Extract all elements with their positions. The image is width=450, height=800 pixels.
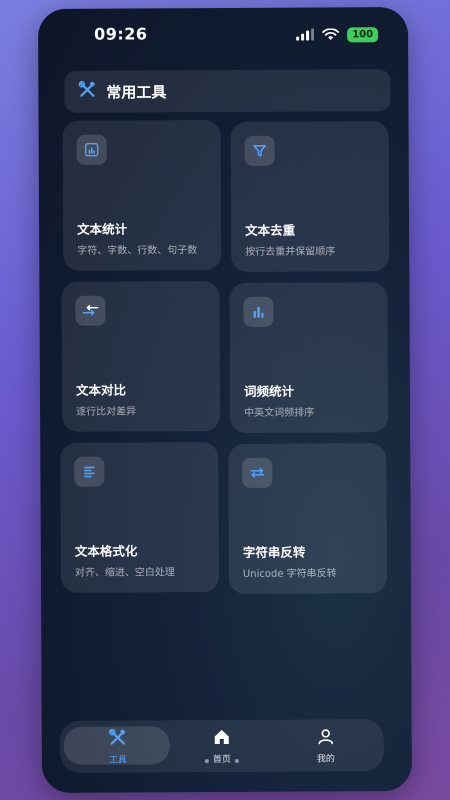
tool-desc: 字符、字数、行数、句子数: [77, 245, 198, 257]
tool-title: 词频统计: [243, 383, 295, 399]
user-icon: [317, 727, 335, 749]
filter-icon: [244, 135, 275, 166]
tool-card-dedupe[interactable]: 文本去重 按行去重并保留顺序: [230, 121, 390, 272]
page-dot: [234, 758, 239, 763]
stats-chart-icon: [76, 134, 107, 165]
status-bar: 09:26 100: [38, 7, 408, 59]
compare-arrows-icon: [75, 295, 106, 326]
tool-card-compare[interactable]: 文本对比 逐行比对差异: [61, 281, 221, 432]
tools-icon: [78, 81, 96, 103]
signal-icon: [296, 26, 315, 45]
tool-title: 文本统计: [77, 221, 128, 237]
status-time: 09:26: [94, 24, 148, 44]
phone-screen: 09:26 100 常用工具 文本统计 字符、字数、行数、句子数 文本去重 按行…: [37, 7, 413, 793]
tab-profile[interactable]: 我的: [286, 727, 366, 767]
tool-card-reverse[interactable]: 字符串反转 Unicode 字符串反转: [228, 443, 388, 594]
tool-desc: 中英文词频排序: [244, 407, 315, 419]
swap-arrows-icon: [242, 457, 273, 488]
tab-tools[interactable]: 工具: [78, 728, 158, 768]
align-left-icon: [74, 456, 105, 487]
status-icons: 100: [296, 25, 379, 45]
tool-title: 字符串反转: [242, 544, 306, 560]
battery-icon: 100: [347, 27, 379, 43]
tool-desc: 对齐、缩进、空白处理: [74, 567, 175, 579]
wifi-icon: [322, 25, 340, 44]
header-card: 常用工具: [64, 69, 391, 113]
tool-card-text-stats[interactable]: 文本统计 字符、字数、行数、句子数: [62, 120, 222, 271]
tool-desc: 按行去重并保留顺序: [245, 246, 336, 258]
page-title: 常用工具: [106, 82, 167, 102]
tool-title: 文本去重: [245, 222, 296, 238]
tools-icon: [109, 728, 127, 751]
tool-desc: Unicode 字符串反转: [242, 568, 337, 580]
tool-card-format[interactable]: 文本格式化 对齐、缩进、空白处理: [60, 442, 220, 593]
page-dots: [204, 758, 239, 764]
tool-title: 文本格式化: [74, 543, 138, 559]
tab-label: 工具: [108, 755, 127, 766]
bar-chart-icon: [243, 296, 274, 327]
page-dot: [204, 759, 209, 764]
home-icon: [213, 728, 231, 750]
tool-title: 文本对比: [75, 382, 127, 398]
tool-card-word-freq[interactable]: 词频统计 中英文词频排序: [229, 282, 389, 433]
tab-label: 我的: [316, 754, 335, 765]
tab-bar: 工具 首页 我的: [59, 719, 384, 773]
tool-desc: 逐行比对差异: [76, 406, 137, 418]
